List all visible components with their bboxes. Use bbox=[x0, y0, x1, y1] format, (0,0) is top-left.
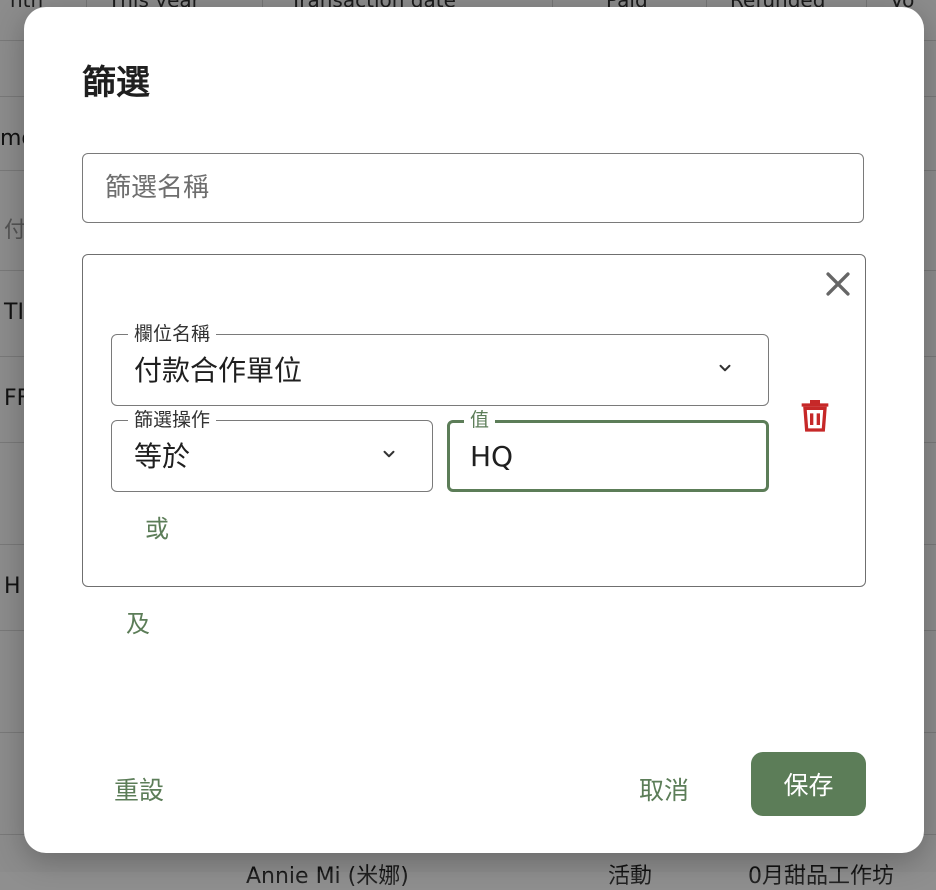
value-label: 值 bbox=[464, 408, 496, 432]
dialog-title: 篩選 bbox=[82, 63, 150, 103]
operator-select[interactable]: 篩選操作 等於 bbox=[111, 408, 433, 492]
reset-button[interactable]: 重設 bbox=[114, 771, 164, 807]
filter-name-field[interactable] bbox=[82, 153, 864, 223]
cancel-button[interactable]: 取消 bbox=[639, 771, 689, 807]
add-and-button[interactable]: 及 bbox=[126, 604, 150, 639]
value-field[interactable]: 值 HQ bbox=[447, 408, 769, 492]
field-name-select[interactable]: 欄位名稱 付款合作單位 bbox=[111, 322, 769, 406]
operator-label: 篩選操作 bbox=[128, 408, 217, 432]
filter-dialog: 篩選 欄位名稱 付款合作單位 篩選操作 等於 值 HQ bbox=[24, 7, 924, 853]
field-name-label: 欄位名稱 bbox=[128, 322, 217, 346]
save-button[interactable]: 保存 bbox=[751, 752, 866, 816]
chevron-down-icon bbox=[719, 364, 731, 372]
operator-value: 等於 bbox=[134, 440, 191, 473]
filter-name-input[interactable] bbox=[83, 154, 863, 222]
add-or-button[interactable]: 或 bbox=[145, 509, 169, 544]
condition-group: 欄位名稱 付款合作單位 篩選操作 等於 值 HQ 或 bbox=[82, 254, 866, 587]
value-input[interactable]: HQ bbox=[470, 439, 513, 475]
chevron-down-icon bbox=[383, 450, 395, 458]
close-icon[interactable] bbox=[821, 267, 855, 301]
trash-icon[interactable] bbox=[795, 395, 835, 435]
field-name-value: 付款合作單位 bbox=[134, 354, 303, 387]
